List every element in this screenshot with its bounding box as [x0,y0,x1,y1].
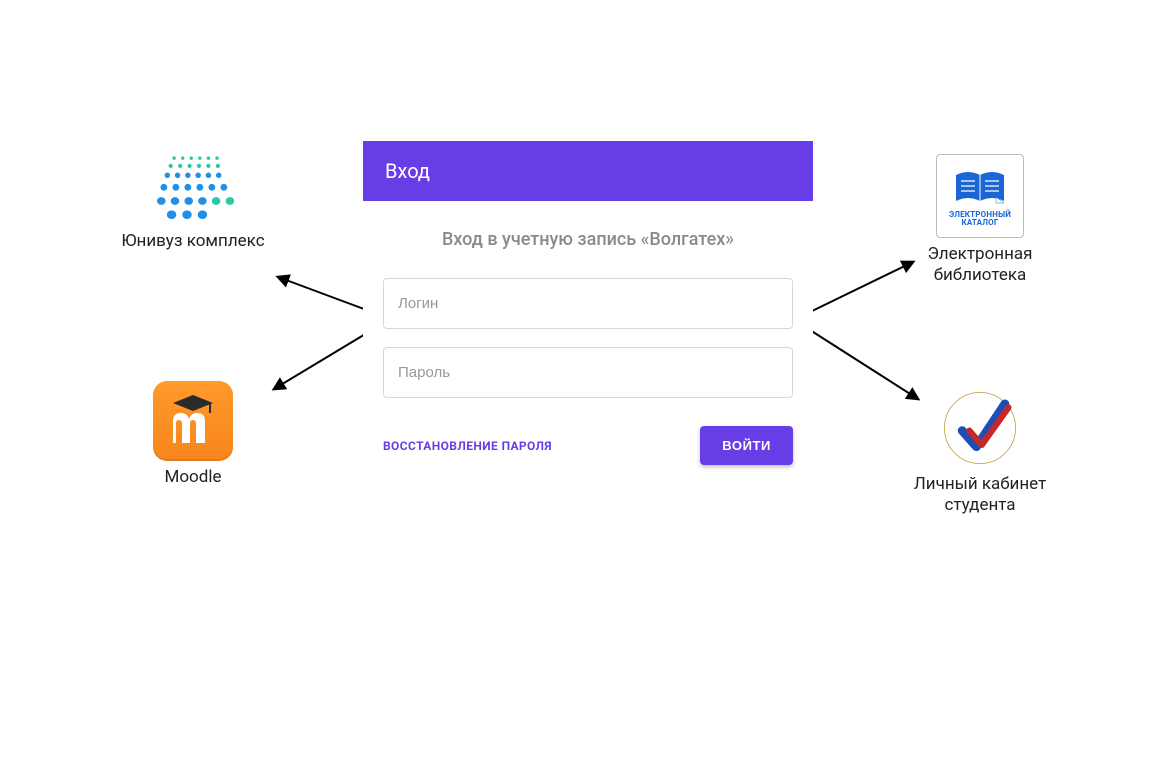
service-label: Электронная библиотека [900,244,1060,287]
univuz-icon [113,153,273,225]
service-label: Личный кабинет студента [900,474,1060,517]
login-input[interactable] [383,278,793,329]
service-student-account[interactable]: Личный кабинет студента [900,388,1060,517]
login-card: Вход Вход в учетную запись «Волгатех» ВО… [363,141,813,479]
password-input[interactable] [383,347,793,398]
service-moodle[interactable]: Moodle [113,381,273,488]
service-label: Moodle [113,467,273,488]
moodle-icon [113,381,273,461]
login-submit-button[interactable]: ВОЙТИ [700,426,793,465]
volgatech-logo-icon [900,388,1060,468]
login-subtitle: Вход в учетную запись «Волгатех» [363,229,813,250]
service-label: Юнивуз комплекс [113,231,273,252]
service-univuz[interactable]: Юнивуз комплекс [113,153,273,252]
login-header: Вход [363,141,813,201]
elib-tile-caption: ЭЛЕКТРОННЫЙ КАТАЛОГ [949,211,1011,228]
service-electronic-library[interactable]: ЭЛЕКТРОННЫЙ КАТАЛОГ Электронная библиоте… [900,154,1060,287]
reset-password-link[interactable]: ВОССТАНОВЛЕНИЕ ПАРОЛЯ [383,439,552,453]
elib-icon: ЭЛЕКТРОННЫЙ КАТАЛОГ [900,154,1060,238]
